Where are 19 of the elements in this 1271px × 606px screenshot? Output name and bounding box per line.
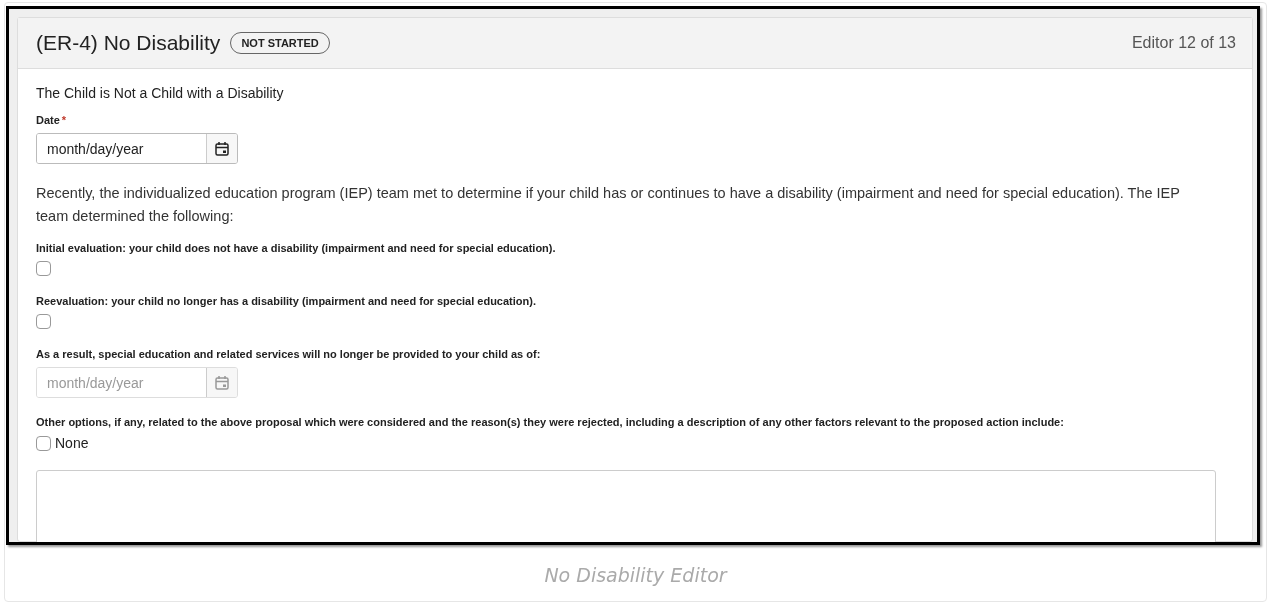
checkbox[interactable] xyxy=(36,435,51,451)
editor-counter: Editor 12 of 13 xyxy=(1131,34,1236,52)
field-label: As a result, special education and related services will no longer be provided to your child as of: xyxy=(36,348,541,360)
paragraph: Recently, the individualized education program (IEP) team met to determine if your child has or continues to have a disability (impairment and need for special education). The IEP team determined the following: xyxy=(36,184,1181,226)
checkbox[interactable] xyxy=(36,314,51,329)
field-label: Reevaluation: your child no longer has a disability (impairment and need for special education). xyxy=(36,295,537,307)
field-label: Initial evaluation: your child does not have a disability (impairment and need for special education). xyxy=(36,242,557,254)
checkbox-label: None xyxy=(55,435,89,451)
calendar-button[interactable] xyxy=(207,134,237,163)
checkbox[interactable] xyxy=(36,261,51,276)
section-heading: The Child is Not a Child with a Disability xyxy=(36,85,285,101)
field-label: Date xyxy=(36,114,60,126)
figure-caption: No Disability Editor xyxy=(543,564,729,586)
date-field[interactable]: month/day/year xyxy=(36,133,238,164)
calendar-icon xyxy=(214,140,230,157)
required-mark: * xyxy=(61,114,67,126)
calendar-icon xyxy=(214,374,230,391)
editor-title: (ER-4) No Disability xyxy=(36,31,221,55)
field-label: Other options, if any, related to the above proposal which were considered and the reason(s) they were rejected, including a description of any other factors relevant to the proposed action include: xyxy=(36,416,1065,428)
